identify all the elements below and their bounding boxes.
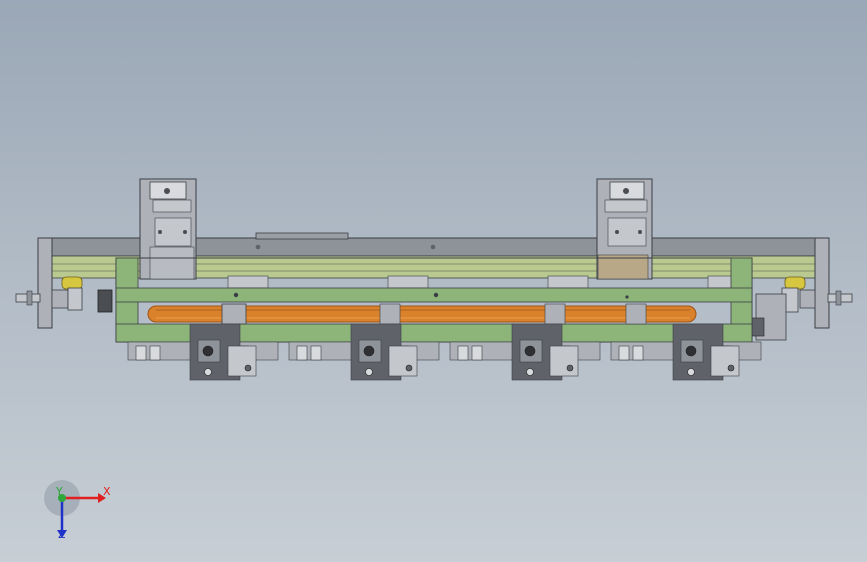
gripper-actuator <box>710 345 740 377</box>
gripper-slot <box>457 345 469 361</box>
gripper-bolt <box>526 368 534 376</box>
right-nut <box>835 290 842 306</box>
right-collar <box>799 289 816 309</box>
actuator-bolt <box>405 364 413 372</box>
actuator-bolt <box>244 364 252 372</box>
left-motor-tower[interactable] <box>139 178 197 280</box>
actuator-bolt <box>727 364 735 372</box>
left-nut <box>26 290 33 306</box>
gripper-bolt <box>204 368 212 376</box>
gripper-actuator <box>227 345 257 377</box>
gripper-bolt <box>365 368 373 376</box>
left-yellow-bearing[interactable] <box>61 276 83 290</box>
gripper-bolt <box>687 368 695 376</box>
x-axis-label: X <box>103 485 111 498</box>
gripper-actuator <box>388 345 418 377</box>
z-axis-label: Z <box>58 528 66 541</box>
top-beam-inner <box>255 232 349 240</box>
left-drive-motor[interactable] <box>97 289 113 313</box>
y-axis-label: Y <box>56 485 63 498</box>
gripper-actuator <box>549 345 579 377</box>
gripper-pivot <box>685 345 697 357</box>
gripper-slot <box>310 345 322 361</box>
conveyor-belt[interactable] <box>147 303 697 325</box>
gripper-slot <box>632 345 644 361</box>
right-motor-tower[interactable] <box>596 178 653 280</box>
left-collar <box>51 289 69 309</box>
right-yellow-bearing[interactable] <box>784 276 806 290</box>
gripper-pivot <box>202 345 214 357</box>
gripper-slot <box>618 345 630 361</box>
left-bracket <box>67 287 83 311</box>
gripper-pivot <box>524 345 536 357</box>
gripper-slot <box>135 345 147 361</box>
gripper-slot <box>149 345 161 361</box>
gripper-pivot <box>363 345 375 357</box>
gripper-slot <box>471 345 483 361</box>
left-end-plate[interactable] <box>37 237 53 329</box>
actuator-bolt <box>566 364 574 372</box>
gripper-slot <box>296 345 308 361</box>
beam-bolt <box>430 244 436 250</box>
right-end-plate[interactable] <box>814 237 830 329</box>
beam-bolt <box>255 244 261 250</box>
cad-viewport[interactable]: X Y Z <box>0 0 867 562</box>
